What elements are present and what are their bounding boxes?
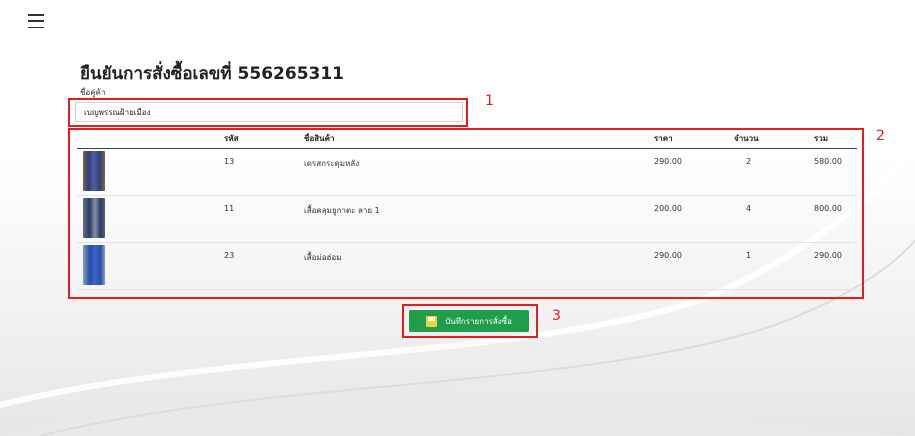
annotation-number-2: 2 <box>876 128 885 144</box>
header-qty: จำนวน <box>732 130 812 149</box>
row-name: เสื้อคลุมยูกาตะ ลาย 1 <box>302 195 652 243</box>
hamburger-menu-icon[interactable] <box>28 14 44 28</box>
annotation-number-1: 1 <box>485 93 494 109</box>
row-name: เดรสกระดุมหลัง <box>302 148 652 196</box>
row-qty: 2 <box>732 148 812 196</box>
row-total: 800.00 <box>812 195 857 243</box>
save-order-button[interactable]: บันทึกรายการสั่งซื้อ <box>409 310 529 332</box>
row-code: 13 <box>222 148 302 196</box>
row-code: 23 <box>222 242 302 290</box>
product-image <box>83 197 105 238</box>
customer-label: ชื่อคู่ค้า <box>80 88 106 97</box>
row-code: 11 <box>222 195 302 243</box>
save-order-label: บันทึกรายการสั่งซื้อ <box>445 316 512 326</box>
product-image <box>83 244 105 285</box>
order-number: 556265311 <box>237 64 345 84</box>
product-image <box>83 150 105 191</box>
header-total: รวม <box>812 130 857 149</box>
customer-input[interactable] <box>75 102 463 122</box>
row-price: 200.00 <box>652 195 732 243</box>
header-image <box>77 130 222 149</box>
order-items-table: รหัส ชื่อสินค้า ราคา จำนวน รวม 13 เดรสกร… <box>77 130 857 290</box>
header-name: ชื่อสินค้า <box>302 130 652 149</box>
row-total: 290.00 <box>812 242 857 290</box>
row-qty: 1 <box>732 242 812 290</box>
row-qty: 4 <box>732 195 812 243</box>
save-icon <box>426 315 438 327</box>
header-code: รหัส <box>222 130 302 149</box>
title-prefix: ยืนยันการสั่งซื้อเลขที่ <box>80 64 232 84</box>
page-title: ยืนยันการสั่งซื้อเลขที่ 556265311 <box>80 60 344 87</box>
table-row: 23 เสื้อม่อฮ่อม 290.00 1 290.00 <box>77 242 857 290</box>
table-row: 13 เดรสกระดุมหลัง 290.00 2 580.00 <box>77 148 857 196</box>
row-price: 290.00 <box>652 148 732 196</box>
row-name: เสื้อม่อฮ่อม <box>302 242 652 290</box>
table-header-row: รหัส ชื่อสินค้า ราคา จำนวน รวม <box>77 130 857 149</box>
row-total: 580.00 <box>812 148 857 196</box>
header-price: ราคา <box>652 130 732 149</box>
annotation-number-3: 3 <box>552 308 561 324</box>
table-row: 11 เสื้อคลุมยูกาตะ ลาย 1 200.00 4 800.00 <box>77 195 857 243</box>
row-price: 290.00 <box>652 242 732 290</box>
